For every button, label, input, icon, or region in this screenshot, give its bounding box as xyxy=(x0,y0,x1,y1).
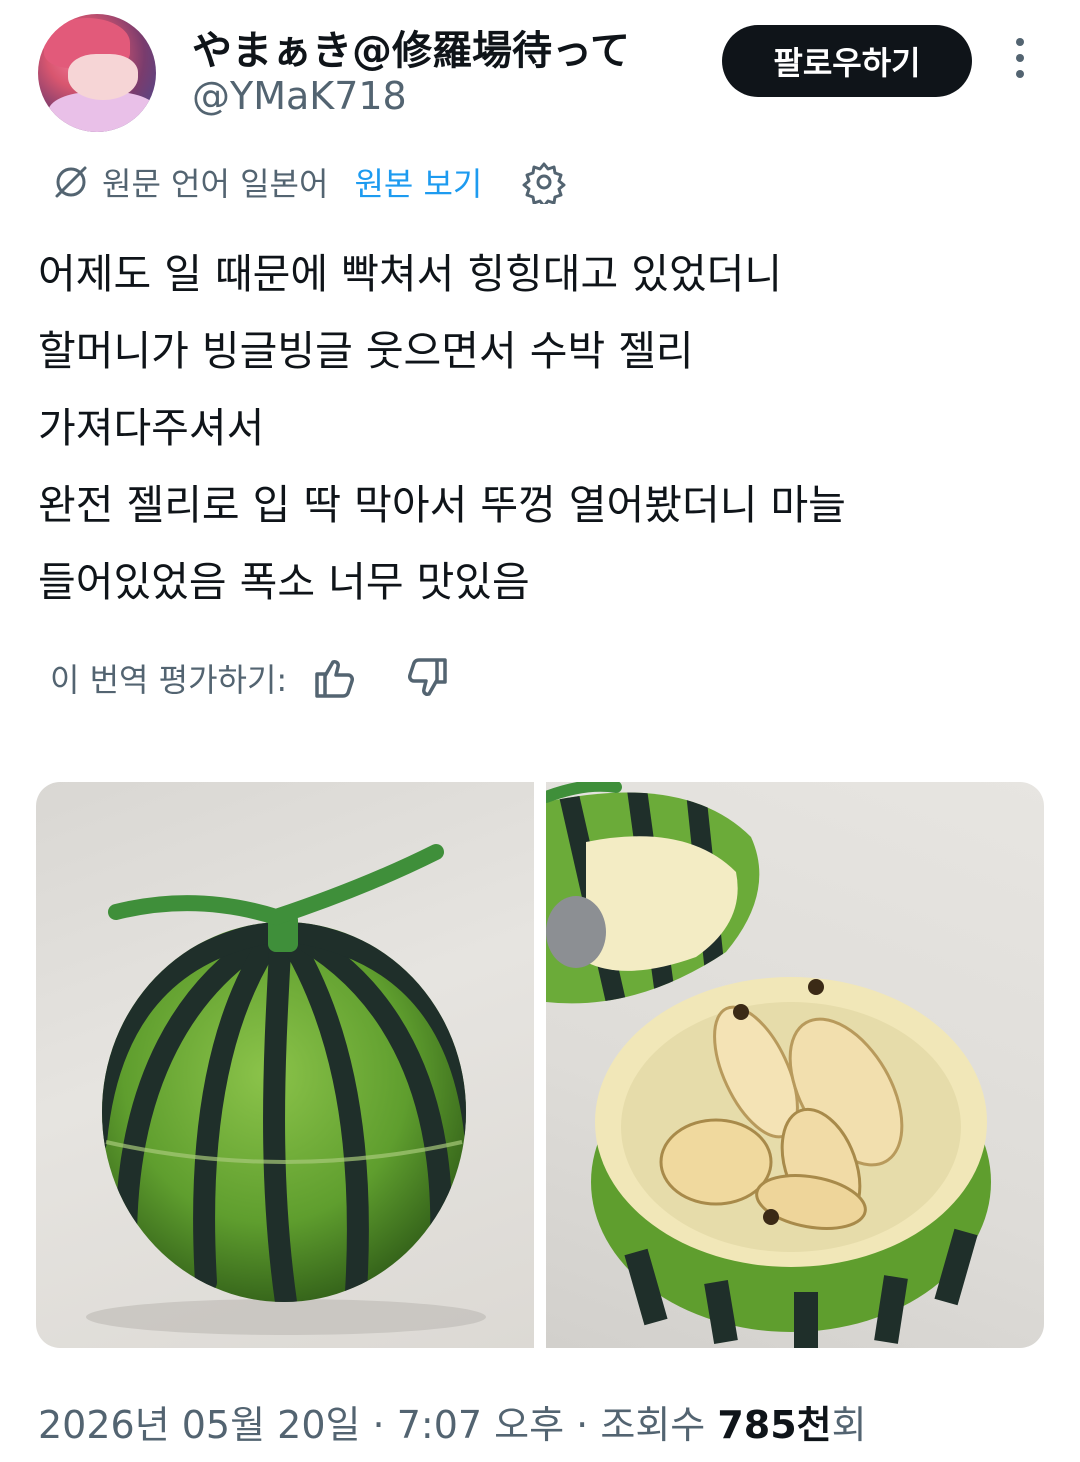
tweet-line: 어제도 일 때문에 빡쳐서 힝힝대고 있었더니 xyxy=(38,250,783,298)
tweet-time: 7:07 오후 xyxy=(396,1403,565,1447)
follow-button[interactable]: 팔로우하기 xyxy=(722,25,972,97)
tweet-line: 할머니가 빙글빙글 웃으면서 수박 젤리 xyxy=(38,327,694,375)
translate-off-icon xyxy=(55,166,87,198)
more-vertical-icon[interactable] xyxy=(1006,38,1034,86)
separator: · xyxy=(372,1403,385,1447)
author-handle[interactable]: @YMaK718 xyxy=(192,74,407,118)
views-prefix: 조회수 xyxy=(600,1403,706,1447)
thumbs-down-icon[interactable] xyxy=(403,654,451,702)
tweet-line: 들어있었음 폭소 너무 맛있음 xyxy=(38,558,530,606)
views-count[interactable]: 785천 xyxy=(717,1403,831,1447)
tweet-meta: 2026년 05월 20일 · 7:07 오후 · 조회수 785천회 xyxy=(38,1394,867,1449)
avatar[interactable] xyxy=(38,14,156,132)
tweet-photo-closed-container[interactable] xyxy=(36,782,534,1348)
separator: · xyxy=(576,1403,589,1447)
tweet-line: 가져다주셔서 xyxy=(38,404,265,452)
author-display-name[interactable]: やまぁき@修羅場待って xyxy=(192,18,630,76)
rate-translation-bar: 이 번역 평가하기: xyxy=(50,650,495,706)
gear-icon[interactable] xyxy=(522,160,566,204)
tweet-text: 어제도 일 때문에 빡쳐서 힝힝대고 있었더니 할머니가 빙글빙글 웃으면서 수… xyxy=(38,236,1048,621)
translation-bar: 원문 언어 일본어 원본 보기 xyxy=(50,156,566,208)
tweet-line: 완전 젤리로 입 딱 막아서 뚜껑 열어봤더니 마늘 xyxy=(38,481,846,529)
thumbs-up-icon[interactable] xyxy=(311,654,359,702)
tweet-photo-open-container[interactable] xyxy=(546,782,1044,1348)
source-language-label: 원문 언어 일본어 xyxy=(102,165,329,203)
rate-translation-label: 이 번역 평가하기: xyxy=(50,661,288,699)
views-suffix: 회 xyxy=(831,1403,867,1447)
tweet-date: 2026년 05월 20일 xyxy=(38,1403,361,1447)
view-original-link[interactable]: 원본 보기 xyxy=(354,159,482,205)
